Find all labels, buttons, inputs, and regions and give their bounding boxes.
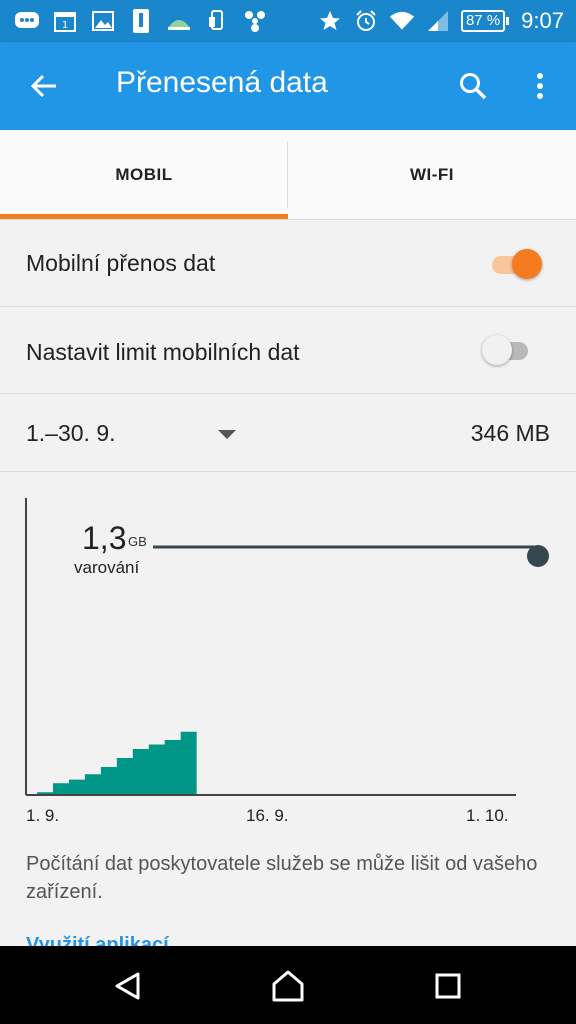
phone-icon [204, 8, 230, 34]
x-tick-label: 1. 10. [466, 806, 509, 825]
messages-icon [14, 8, 40, 34]
period-selector[interactable]: 1.–30. 9. [26, 420, 116, 447]
toggle-thumb [482, 335, 512, 365]
search-button[interactable] [448, 62, 498, 110]
clock: 9:07 [521, 8, 564, 33]
navigation-bar [0, 946, 576, 1024]
app-bar: Přenesená data [0, 42, 576, 130]
x-tick-label: 1. 9. [26, 806, 60, 825]
tab-bar: MOBIL WI-FI [0, 130, 576, 220]
gallery-icon [90, 8, 116, 34]
notification-icons: 1 [14, 6, 268, 36]
calendar-icon: 1 [52, 8, 78, 34]
svg-text:1: 1 [62, 20, 68, 31]
warning-unit: GB [128, 534, 147, 549]
more-options-button[interactable] [518, 62, 562, 110]
dropdown-arrow-icon[interactable] [218, 430, 236, 439]
back-button[interactable] [16, 62, 72, 110]
star-icon [317, 8, 343, 34]
fan-icon [242, 8, 268, 34]
x-tick-label: 16. 9. [246, 806, 289, 825]
weather-icon [166, 8, 192, 34]
search-icon [460, 73, 487, 100]
home-icon [272, 970, 304, 1002]
nav-home-button[interactable] [264, 962, 312, 1010]
data-limit-label: Nastavit limit mobilních dat [26, 339, 300, 365]
recents-square-icon [435, 973, 461, 999]
usage-chart: 1,3 GB varování 1. 9. 16. 9. 1. 10. [0, 472, 576, 832]
more-vert-icon [537, 73, 543, 99]
sim-icon [128, 8, 154, 34]
system-icons: 87 % 9:07 [317, 6, 564, 36]
nav-recents-button[interactable] [424, 962, 472, 1010]
tab-mobil[interactable]: MOBIL [0, 130, 288, 220]
alarm-icon [353, 8, 379, 34]
back-triangle-icon [115, 972, 140, 1000]
warning-handle[interactable] [527, 545, 549, 567]
warning-label: varování [74, 558, 140, 577]
mobile-data-label: Mobilní přenos dat [26, 250, 216, 276]
tab-wifi[interactable]: WI-FI [288, 130, 576, 220]
signal-icon [425, 8, 451, 34]
arrow-left-icon [30, 74, 56, 98]
status-bar: 1 87 % 9:07 [0, 0, 576, 42]
battery-icon: 87 % [460, 10, 510, 32]
disclaimer-text: Počítání dat poskytovatele služeb se můž… [26, 853, 538, 903]
usage-total: 346 MB [470, 420, 550, 446]
mobile-data-toggle[interactable] [488, 247, 544, 281]
page-title: Přenesená data [116, 66, 328, 99]
data-limit-toggle[interactable] [480, 333, 536, 367]
nav-back-button[interactable] [104, 962, 152, 1010]
toggle-thumb [512, 249, 542, 279]
usage-area [37, 731, 197, 794]
wifi-icon [389, 8, 415, 34]
tab-indicator [0, 214, 288, 219]
warning-value: 1,3 [82, 520, 127, 556]
period-row[interactable]: 1.–30. 9. 346 MB [0, 394, 576, 472]
mobile-data-row[interactable]: Mobilní přenos dat [0, 220, 576, 307]
